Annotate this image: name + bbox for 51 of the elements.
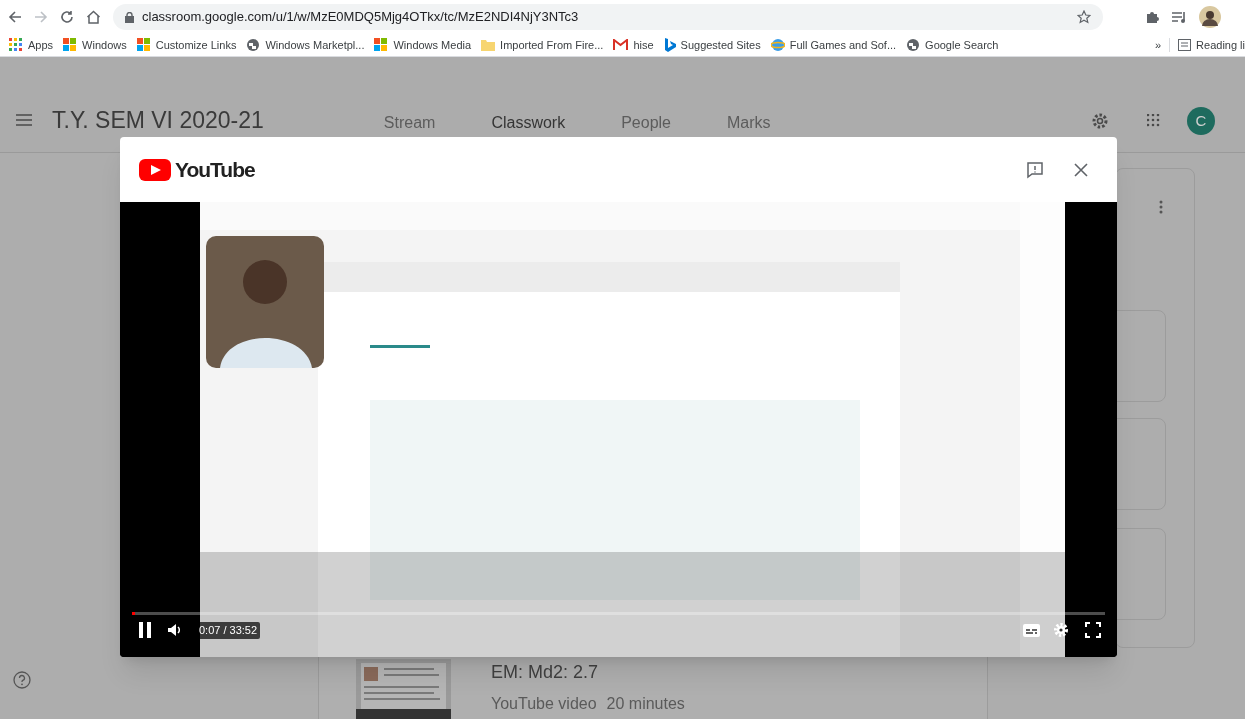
account-avatar[interactable]: C: [1187, 107, 1215, 135]
time-display: 0:07 / 33:52: [196, 622, 261, 639]
bookmark[interactable]: Imported From Fire...: [476, 36, 609, 54]
lock-icon: [125, 11, 134, 23]
folder-icon: [481, 39, 496, 51]
windows-logo-icon: [63, 38, 78, 52]
star-icon[interactable]: [1077, 10, 1091, 24]
material-duration: 20 minutes: [606, 694, 685, 714]
brand-name: YouTube: [175, 156, 255, 183]
apps-grid-icon: [9, 38, 23, 52]
bookmark[interactable]: Suggested Sites: [658, 36, 766, 54]
bookmark[interactable]: Customize Links: [131, 36, 242, 54]
menu-icon[interactable]: [16, 114, 32, 126]
bookmark[interactable]: Full Games and Sof...: [765, 36, 902, 54]
bookmark[interactable]: Google Search: [901, 36, 1004, 54]
feedback-icon[interactable]: [1026, 160, 1044, 179]
reload-icon[interactable]: [60, 10, 74, 24]
windows-logo-icon: [136, 38, 151, 52]
puzzle-icon[interactable]: [1145, 10, 1159, 24]
url-text: classroom.google.com/u/1/w/MzE0MDQ5Mjg4OTkx/tc/MzE2NDI4NjY3NTc3: [142, 8, 579, 27]
back-icon[interactable]: [8, 10, 22, 24]
material-title[interactable]: EM: Md2: 2.7: [491, 659, 685, 686]
b-letter-icon: [663, 38, 676, 52]
fullscreen-icon[interactable]: [1085, 622, 1101, 639]
globe-icon: [246, 38, 261, 52]
reading-list[interactable]: Reading li: [1170, 36, 1245, 54]
bookmark[interactable]: Windows: [58, 36, 132, 54]
bookmark[interactable]: Windows Media: [369, 36, 477, 54]
bookmarks-overflow[interactable]: »: [1146, 36, 1170, 54]
help-icon[interactable]: [13, 671, 31, 689]
pause-icon[interactable]: [138, 622, 152, 639]
play-logo-icon: [139, 158, 171, 181]
material-type: YouTube video: [491, 694, 597, 714]
bookmark[interactable]: Windows Marketpl...: [241, 36, 370, 54]
reading-list-icon: [1178, 39, 1192, 51]
address-bar[interactable]: classroom.google.com/u/1/w/MzE0MDQ5Mjg4OTkx/tc/MzE2NDI4NjY3NTc3: [113, 4, 1103, 30]
more-icon[interactable]: [1159, 200, 1163, 214]
profile-avatar[interactable]: [1199, 6, 1221, 28]
mail-icon: [613, 39, 629, 51]
volume-icon[interactable]: [168, 623, 182, 638]
close-icon[interactable]: [1074, 162, 1088, 177]
class-title: T.Y. SEM VI 2020-21: [52, 107, 264, 133]
bookmark[interactable]: hise: [608, 36, 659, 54]
playlist-icon[interactable]: [1171, 10, 1187, 24]
class-tab[interactable]: Classwork: [491, 111, 566, 135]
globe-icon: [906, 38, 921, 52]
e-globe-icon: [770, 38, 785, 52]
bookmark[interactable]: Apps: [4, 36, 59, 54]
apps-grid-icon[interactable]: [1147, 114, 1161, 128]
windows-logo-icon: [374, 38, 389, 52]
home-icon[interactable]: [86, 10, 101, 24]
